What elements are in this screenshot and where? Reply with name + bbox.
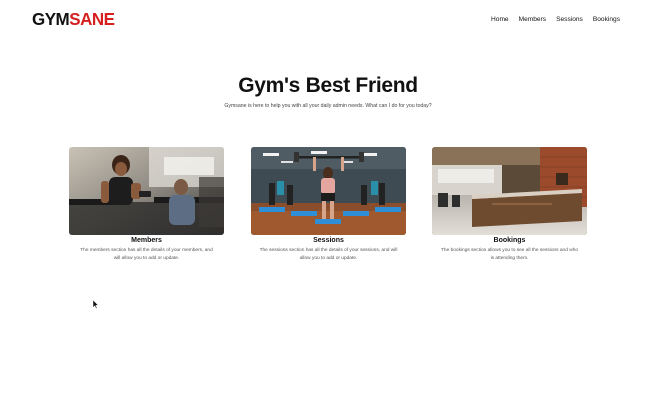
members-card-description: The members section has all the details … <box>80 248 213 261</box>
nav-item-sessions[interactable]: Sessions <box>556 16 583 23</box>
sessions-card-title[interactable]: Sessions <box>251 237 406 244</box>
logo-sane-text: SANE <box>69 9 115 30</box>
brand-logo[interactable]: GYMSANE <box>32 9 115 30</box>
gym-members-photo[interactable] <box>69 147 224 235</box>
page-title: Gym's Best Friend <box>238 74 418 97</box>
main-nav: Home Members Sessions Bookings <box>491 16 620 23</box>
header: GYMSANE Home Members Sessions Bookings <box>0 0 656 40</box>
nav-item-home[interactable]: Home <box>491 16 509 23</box>
members-card[interactable]: Members The members section has all the … <box>69 147 224 262</box>
nav-item-bookings[interactable]: Bookings <box>593 16 620 23</box>
gym-reception-photo[interactable] <box>432 147 587 235</box>
sessions-card-description: The sessions section has all the details… <box>259 248 398 261</box>
bookings-card-title[interactable]: Bookings <box>432 237 587 244</box>
gym-class-photo[interactable] <box>251 147 406 235</box>
logo-gym-text: GYM <box>32 9 70 30</box>
mouse-cursor-icon <box>92 296 99 314</box>
sessions-card[interactable]: Sessions The sessions section has all th… <box>251 147 406 262</box>
bookings-card[interactable]: Bookings The bookings section allows you… <box>432 147 587 262</box>
bookings-card-description: The bookings section allows you to see a… <box>440 248 579 261</box>
page-subtitle: Gymsane is here to help you with all you… <box>224 103 432 109</box>
members-card-title[interactable]: Members <box>69 237 224 244</box>
page: GYMSANE Home Members Sessions Bookings G… <box>0 0 656 410</box>
nav-item-members[interactable]: Members <box>519 16 546 23</box>
